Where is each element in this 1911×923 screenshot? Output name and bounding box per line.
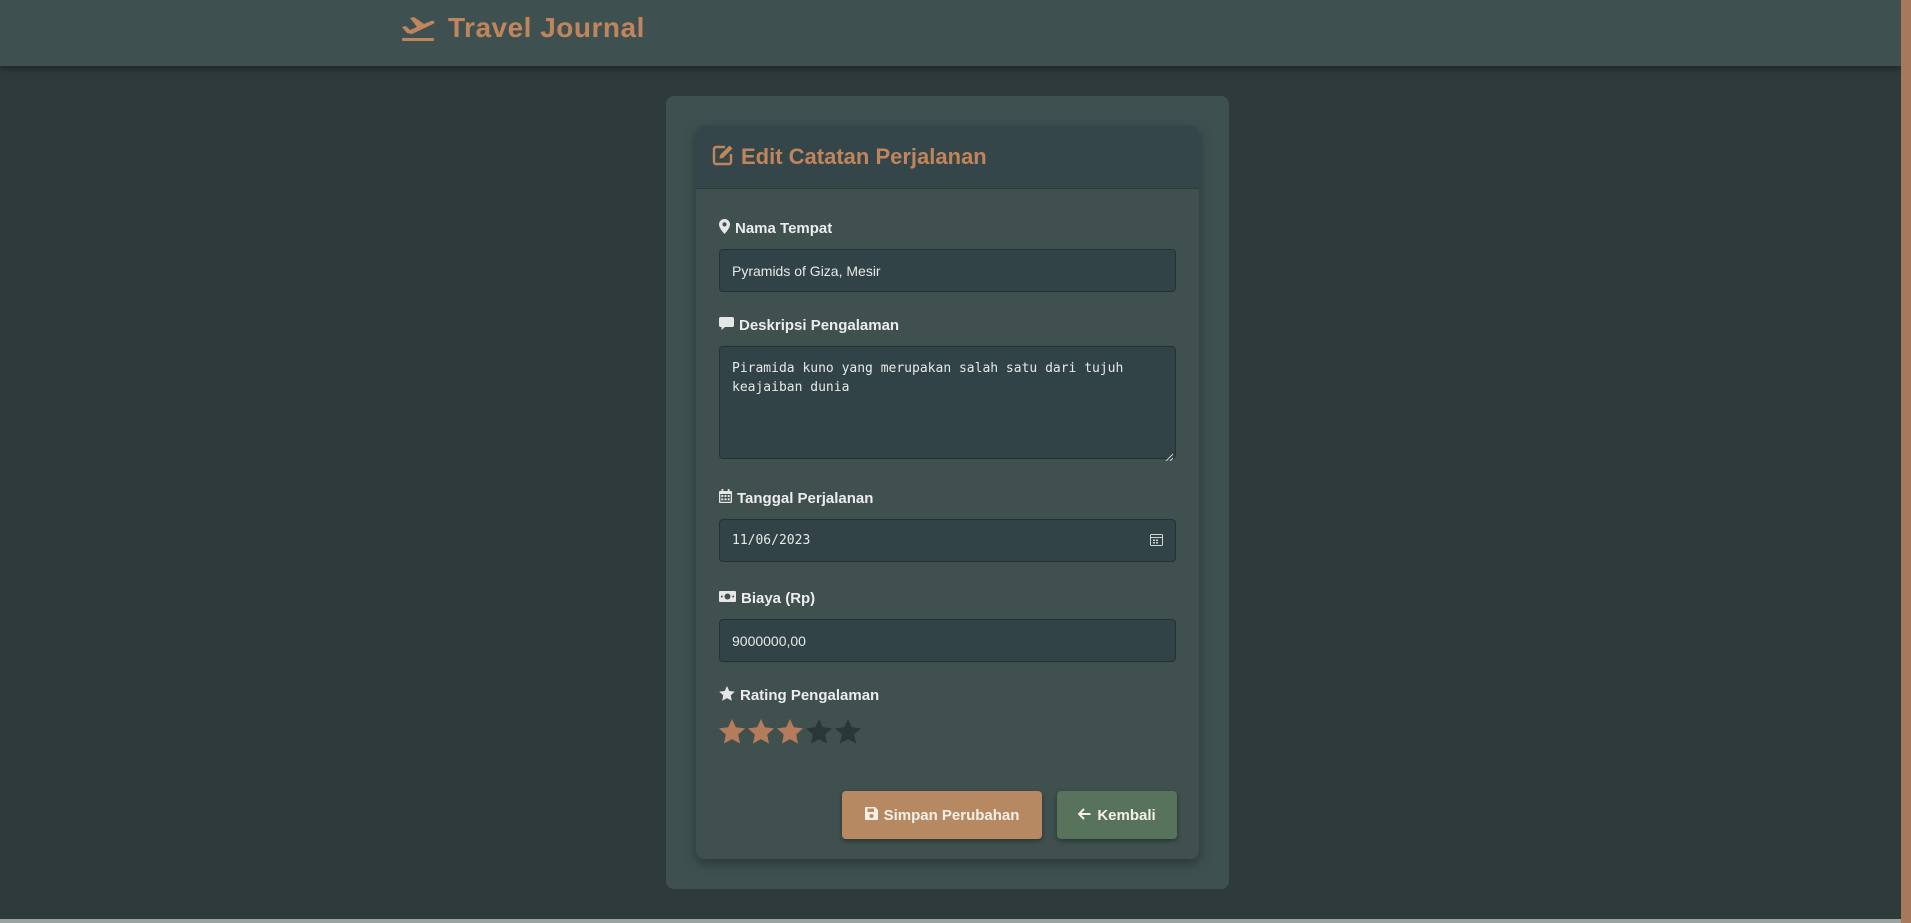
form-container: Edit Catatan Perjalanan Nama Tempat Pyra…: [666, 96, 1229, 889]
arrow-left-icon: [1077, 807, 1091, 824]
save-button[interactable]: Simpan Perubahan: [842, 791, 1042, 839]
place-label: Nama Tempat: [719, 218, 1176, 238]
description-label-text: Deskripsi Pengalaman: [739, 316, 900, 334]
rating-label-text: Rating Pengalaman: [740, 686, 880, 704]
place-input[interactable]: Pyramids of Giza, Mesir: [719, 249, 1176, 292]
card-header: Edit Catatan Perjalanan: [696, 126, 1199, 189]
back-button-label: Kembali: [1097, 806, 1156, 824]
star-filled-icon[interactable]: [777, 719, 803, 744]
rating-group: Rating Pengalaman: [719, 685, 1176, 744]
date-label-text: Tanggal Perjalanan: [737, 489, 874, 507]
star-icon: [719, 685, 735, 705]
cost-label: Biaya (Rp): [719, 588, 1176, 608]
star-filled-icon[interactable]: [719, 719, 745, 744]
place-label-text: Nama Tempat: [735, 219, 833, 237]
resize-grip-icon[interactable]: [1165, 448, 1174, 462]
description-text: Piramida kuno yang merupakan salah satu …: [732, 361, 1124, 395]
cost-label-text: Biaya (Rp): [741, 589, 816, 607]
star-empty-icon[interactable]: [835, 719, 861, 744]
star-rating[interactable]: [719, 719, 1176, 744]
date-picker-icon[interactable]: [1150, 533, 1163, 549]
edit-card: Edit Catatan Perjalanan Nama Tempat Pyra…: [696, 126, 1199, 859]
plane-departure-icon: [400, 13, 436, 43]
date-label: Tanggal Perjalanan: [719, 488, 1176, 508]
map-marker-icon: [719, 218, 730, 238]
save-icon: [864, 806, 878, 824]
comment-icon: [719, 316, 734, 335]
money-bill-icon: [719, 590, 736, 607]
star-empty-icon[interactable]: [806, 719, 832, 744]
page-scrollbar[interactable]: [1901, 0, 1911, 923]
date-input[interactable]: 11/06/2023: [719, 519, 1176, 562]
cost-input[interactable]: 9000000,00: [719, 619, 1176, 662]
description-textarea[interactable]: Piramida kuno yang merupakan salah satu …: [719, 346, 1176, 462]
description-label: Deskripsi Pengalaman: [719, 315, 1176, 335]
brand[interactable]: Travel Journal: [400, 12, 645, 44]
app-title: Travel Journal: [448, 12, 645, 43]
navbar: Travel Journal: [0, 0, 1901, 66]
calendar-icon: [719, 489, 732, 507]
bottom-border: [0, 919, 1901, 923]
description-group: Deskripsi Pengalaman Piramida kuno yang …: [719, 315, 1176, 462]
star-filled-icon[interactable]: [748, 719, 774, 744]
card-title: Edit Catatan Perjalanan: [741, 144, 987, 169]
back-button[interactable]: Kembali: [1057, 791, 1177, 839]
save-button-label: Simpan Perubahan: [883, 806, 1020, 824]
cost-group: Biaya (Rp) 9000000,00: [719, 588, 1176, 662]
edit-icon: [711, 143, 735, 172]
place-group: Nama Tempat Pyramids of Giza, Mesir: [719, 218, 1176, 292]
date-value: 11/06/2023: [732, 533, 811, 548]
date-group: Tanggal Perjalanan 11/06/2023: [719, 488, 1176, 562]
rating-label: Rating Pengalaman: [719, 685, 1176, 705]
